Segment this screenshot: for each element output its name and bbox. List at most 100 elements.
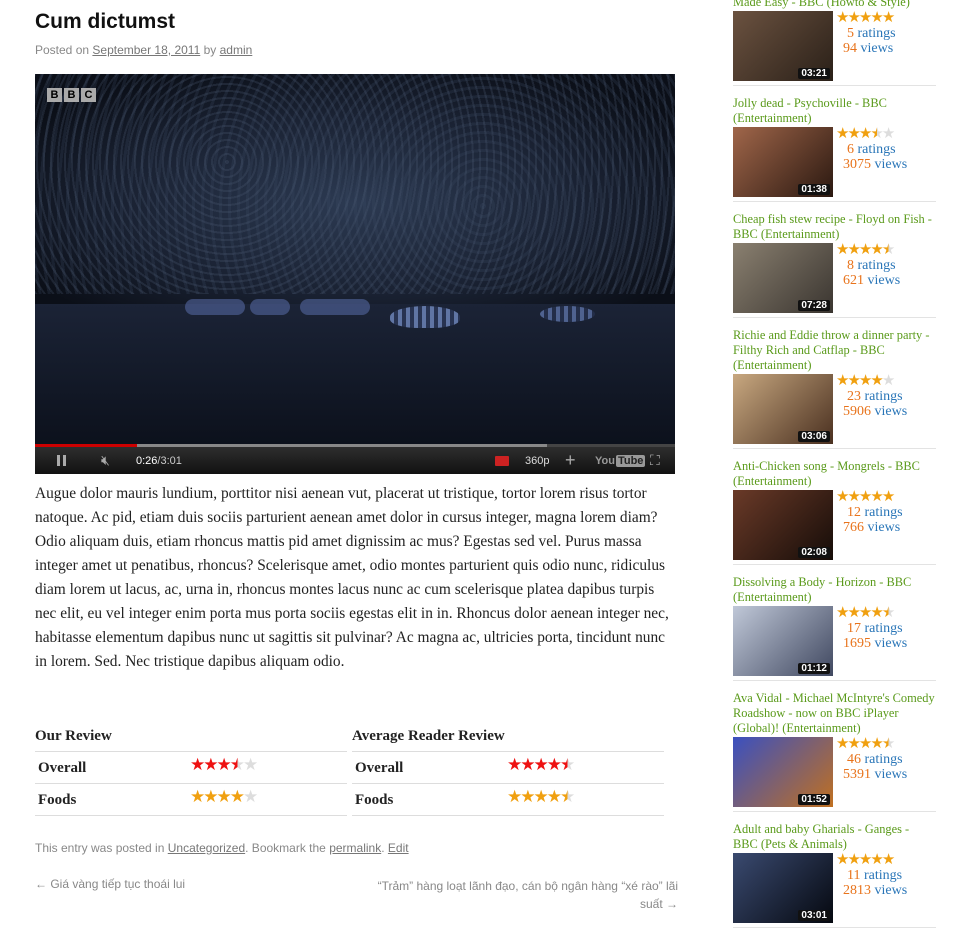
star-icon: ★ xyxy=(881,487,896,505)
post-date-link[interactable]: September 18, 2011 xyxy=(92,43,200,57)
sidebar-video-item[interactable]: Made Easy - BBC (Howto & Style) 03:21 ★★★★… xyxy=(733,0,936,86)
video-thumbnail[interactable]: 03:21 xyxy=(733,11,833,81)
bookmark-label: . Bookmark the xyxy=(245,841,326,855)
ratings-label: ratings xyxy=(863,868,903,883)
post-meta: Posted on September 18, 2011 by admin xyxy=(35,43,252,57)
sidebar-video-item[interactable]: Dissolving a Body - Horizon - BBC (Enter… xyxy=(733,575,936,681)
ratings-label: ratings xyxy=(864,389,903,404)
star-rating: ★★★★★ xyxy=(836,851,895,869)
views-label: views xyxy=(874,157,908,172)
sidebar-video-title[interactable]: Cheap fish stew recipe - Floyd on Fish -… xyxy=(733,212,936,242)
youtube-tube: Tube xyxy=(615,454,646,467)
star-icon: ★ xyxy=(881,603,896,621)
views-count: 621 views xyxy=(843,273,900,288)
star-icon: ★ xyxy=(881,124,896,142)
bbc-logo: B B C xyxy=(47,88,96,102)
views-number: 621 xyxy=(843,273,864,288)
video-duration: 01:12 xyxy=(798,663,830,674)
video-duration: 03:01 xyxy=(798,910,830,921)
video-thumbnail[interactable]: 01:38 xyxy=(733,127,833,197)
star-rating: ★★★★★ xyxy=(836,8,896,27)
star-rating[interactable]: ★★★★★ xyxy=(507,755,576,775)
video-frame[interactable]: B B C xyxy=(35,74,675,444)
crocodile-shape xyxy=(540,306,595,322)
sidebar-video-item[interactable]: Ava Vidal - Michael McIntyre's Comedy Ro… xyxy=(733,691,936,812)
sidebar-video-title[interactable]: Dissolving a Body - Horizon - BBC (Enter… xyxy=(733,575,936,605)
video-thumbnail[interactable]: 01:12 xyxy=(733,606,833,676)
youtube-logo[interactable]: You Tube xyxy=(595,447,646,474)
review-label: Overall xyxy=(355,760,404,776)
bbc-logo-letter: C xyxy=(81,88,96,102)
author-link[interactable]: admin xyxy=(220,43,253,57)
sidebar-video-item[interactable]: Richie and Eddie throw a dinner party - … xyxy=(733,328,936,449)
crocodile-shape xyxy=(390,306,460,328)
views-count: 3075 views xyxy=(843,157,907,172)
video-player[interactable]: B B C 🔇︎ 0:26 / 3:01 360p + You Tube ⛶ xyxy=(35,74,675,474)
video-thumbnail[interactable]: 07:28 xyxy=(733,243,833,313)
posted-in-label: This entry was posted in xyxy=(35,841,165,855)
plus-icon[interactable]: + xyxy=(565,447,576,474)
star-rating: ★★★★★ xyxy=(836,124,896,143)
star-icon: ★ xyxy=(881,734,896,752)
ratings-label: ratings xyxy=(857,26,896,41)
views-count: 2813 views xyxy=(843,883,907,898)
star-rating: ★★★★★ xyxy=(190,757,258,775)
sidebar-video-item[interactable]: Adult and baby Gharials - Ganges - BBC (… xyxy=(733,822,936,928)
ratings-count: 23 ratings xyxy=(847,389,903,404)
ratings-number: 46 xyxy=(847,752,861,767)
star-icon: ★ xyxy=(560,787,576,807)
star-icon: ★ xyxy=(881,371,896,389)
views-label: views xyxy=(874,636,908,651)
edit-link[interactable]: Edit xyxy=(388,841,409,855)
star-icon: ★ xyxy=(243,787,259,807)
ratings-number: 5 xyxy=(847,26,854,41)
views-number: 5391 xyxy=(843,767,871,782)
ratings-count: 8 ratings xyxy=(847,258,896,273)
star-icon: ★ xyxy=(560,755,576,775)
ratings-count: 12 ratings xyxy=(847,505,903,520)
star-rating: ★★★★★ xyxy=(836,371,896,390)
views-number: 2813 xyxy=(843,883,871,898)
sidebar-video-title[interactable]: Richie and Eddie throw a dinner party - … xyxy=(733,328,936,373)
video-thumbnail[interactable]: 02:08 xyxy=(733,490,833,560)
pause-icon[interactable] xyxy=(57,447,69,474)
time-display: 0:26 / 3:01 xyxy=(136,447,182,474)
sidebar-video-item[interactable]: Jolly dead - Psychoville - BBC (Entertai… xyxy=(733,96,936,202)
our-review: Our Review Overall ★★★★★ Foods ★★★★★ xyxy=(35,722,347,816)
star-icon: ★ xyxy=(881,8,896,26)
category-link[interactable]: Uncategorized xyxy=(168,841,245,855)
video-thumbnail[interactable]: 03:06 xyxy=(733,374,833,444)
sidebar-video-item[interactable]: Cheap fish stew recipe - Floyd on Fish -… xyxy=(733,212,936,318)
our-review-heading: Our Review xyxy=(35,722,347,752)
sidebar-video-title[interactable]: Jolly dead - Psychoville - BBC (Entertai… xyxy=(733,96,936,126)
video-duration: 02:08 xyxy=(798,547,830,558)
permalink-link[interactable]: permalink xyxy=(329,841,381,855)
sidebar-video-title[interactable]: Made Easy - BBC (Howto & Style) xyxy=(733,0,936,10)
posted-on-label: Posted on xyxy=(35,43,90,57)
mute-icon[interactable]: 🔇︎ xyxy=(101,447,110,474)
review-row: Overall ★★★★★ xyxy=(35,752,347,784)
fullscreen-icon[interactable]: ⛶ xyxy=(650,447,660,474)
sidebar-video-title[interactable]: Adult and baby Gharials - Ganges - BBC (… xyxy=(733,822,936,852)
video-duration: 03:21 xyxy=(798,68,830,79)
star-icon: ★ xyxy=(881,240,896,258)
star-rating[interactable]: ★★★★★ xyxy=(507,787,576,807)
captions-icon[interactable] xyxy=(495,447,509,474)
sidebar-video-item[interactable]: Anti-Chicken song - Mongrels - BBC (Ente… xyxy=(733,459,936,565)
star-rating: ★★★★★ xyxy=(836,734,896,753)
star-rating: ★★★★★ xyxy=(190,787,259,807)
video-thumbnail[interactable]: 03:01 xyxy=(733,853,833,923)
youtube-you: You xyxy=(595,454,615,467)
previous-post-link[interactable]: ← Giá vàng tiếp tục thoái lui xyxy=(35,877,185,891)
video-duration: 01:38 xyxy=(798,184,830,195)
video-thumbnail[interactable]: 01:52 xyxy=(733,737,833,807)
next-post-link[interactable]: “Trảm” hàng loạt lãnh đạo, cán bộ ngân h… xyxy=(362,877,678,913)
average-reader-review: Average Reader Review Overall ★★★★★ Food… xyxy=(352,722,664,816)
review-label: Foods xyxy=(355,792,394,808)
quality-button[interactable]: 360p xyxy=(525,447,549,474)
star-rating: ★★★★★ xyxy=(836,603,896,622)
sidebar-video-title[interactable]: Ava Vidal - Michael McIntyre's Comedy Ro… xyxy=(733,691,936,736)
sidebar-video-title[interactable]: Anti-Chicken song - Mongrels - BBC (Ente… xyxy=(733,459,936,489)
period: . xyxy=(381,841,385,855)
ratings-label: ratings xyxy=(864,505,903,520)
